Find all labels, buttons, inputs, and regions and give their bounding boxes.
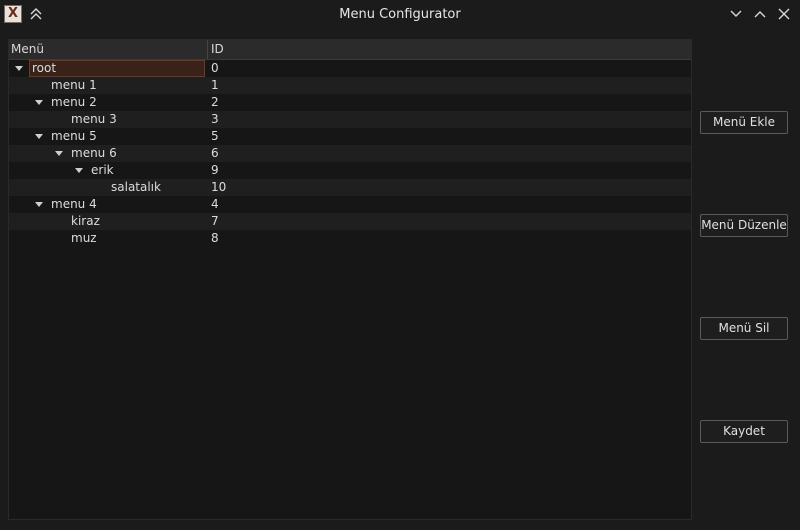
tree-row[interactable]: menu 1 1: [9, 77, 691, 94]
tree-item-label: menu 3: [71, 112, 117, 126]
tree-item-id: 5: [211, 129, 219, 143]
column-header-id[interactable]: ID: [211, 42, 224, 56]
tree-row[interactable]: menu 5 5: [9, 128, 691, 145]
expand-arrow-icon[interactable]: [35, 100, 43, 105]
tree-item-label: menu 5: [51, 129, 97, 143]
save-button[interactable]: Kaydet: [700, 420, 788, 443]
tree-header: Menü ID: [9, 40, 691, 60]
tree-item-label: menu 6: [71, 146, 117, 160]
tree-item-id: 3: [211, 112, 219, 126]
tree-item-label: kiraz: [71, 214, 100, 228]
expand-arrow-icon[interactable]: [75, 168, 83, 173]
tree-row[interactable]: menu 6 6: [9, 145, 691, 162]
tree-row[interactable]: root 0: [9, 60, 691, 77]
minimize-icon[interactable]: [726, 4, 746, 24]
maximize-icon[interactable]: [750, 4, 770, 24]
tree-row[interactable]: menu 3 3: [9, 111, 691, 128]
tree-item-label: menu 4: [51, 197, 97, 211]
tree-body: root 0 menu 1 1 menu 2 2 menu 3 3 menu 5 5 menu 6 6…: [9, 60, 691, 247]
expand-arrow-icon[interactable]: [55, 151, 63, 156]
tree-item-label: salatalık: [111, 180, 161, 194]
tree-item-id: 10: [211, 180, 227, 194]
tree-item-id: 6: [211, 146, 219, 160]
tree-item-id: 7: [211, 214, 219, 228]
tree-item-id: 9: [211, 163, 219, 177]
tree-item-id: 1: [211, 78, 219, 92]
window-title: Menu Configurator: [339, 7, 461, 22]
tree-item-id: 0: [211, 61, 219, 75]
tree-item-id: 8: [211, 231, 219, 245]
tree-item-label: muz: [71, 231, 97, 245]
tree-item-label: erik: [91, 163, 114, 177]
tree-row[interactable]: erik 9: [9, 162, 691, 179]
expand-arrow-icon[interactable]: [35, 202, 43, 207]
tree-row[interactable]: menu 2 2: [9, 94, 691, 111]
expand-arrow-icon[interactable]: [35, 134, 43, 139]
close-icon[interactable]: [774, 4, 794, 24]
tree-item-id: 2: [211, 95, 219, 109]
tree-item-id: 4: [211, 197, 219, 211]
title-bar: X Menu Configurator: [0, 0, 800, 30]
tree-row[interactable]: salatalık 10: [9, 179, 691, 196]
column-header-menu[interactable]: Menü: [11, 42, 44, 56]
delete-menu-button[interactable]: Menü Sil: [700, 317, 788, 340]
tree-row[interactable]: menu 4 4: [9, 196, 691, 213]
tree-item-label: menu 2: [51, 95, 97, 109]
add-menu-button[interactable]: Menü Ekle: [700, 111, 788, 134]
tree-item-label: root: [29, 60, 205, 77]
expand-arrow-icon[interactable]: [15, 66, 23, 71]
menu-tree[interactable]: Menü ID root 0 menu 1 1 menu 2 2 menu 3 3 menu 5…: [8, 39, 692, 520]
tree-row[interactable]: kiraz 7: [9, 213, 691, 230]
edit-menu-button[interactable]: Menü Düzenle: [700, 214, 788, 237]
column-separator[interactable]: [207, 40, 208, 59]
tree-row[interactable]: muz 8: [9, 230, 691, 247]
tree-item-label: menu 1: [51, 78, 97, 92]
